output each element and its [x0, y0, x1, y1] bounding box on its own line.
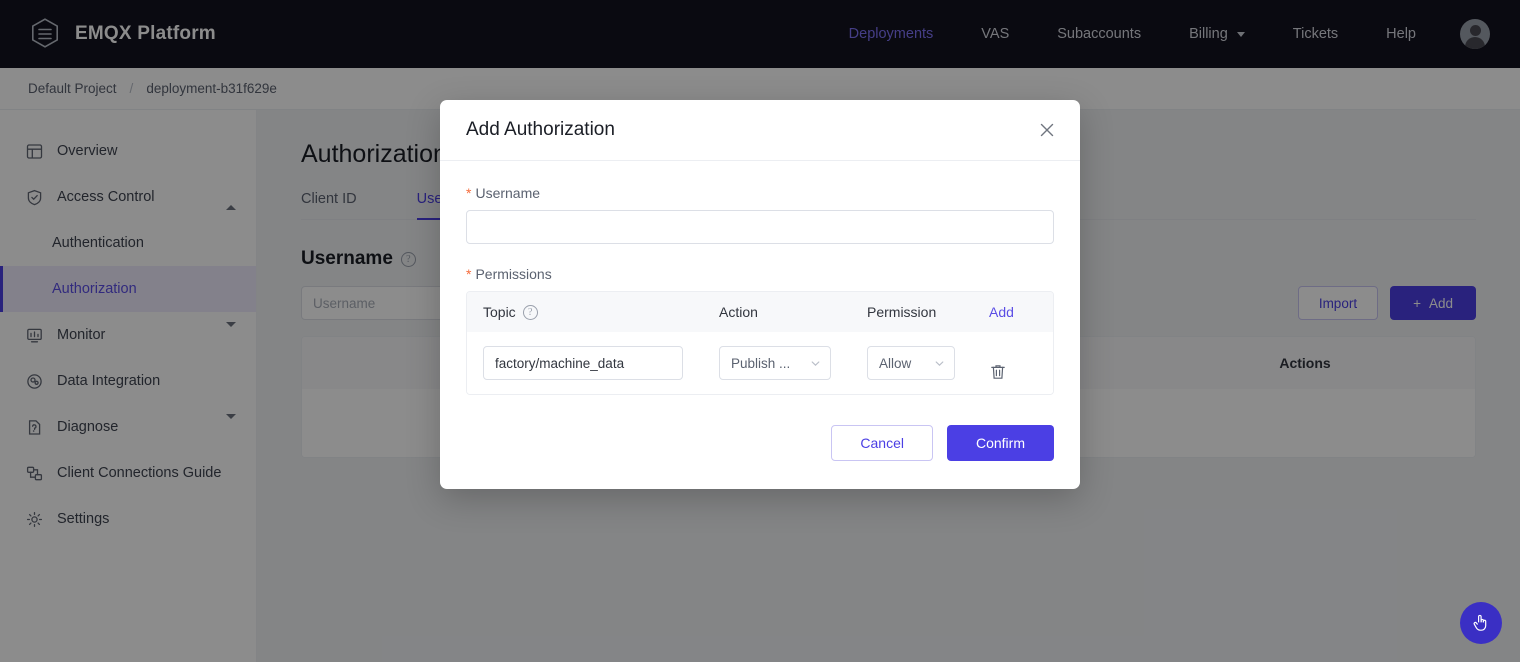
permissions-row-topic-cell: factory/machine_data: [483, 346, 719, 380]
cancel-button[interactable]: Cancel: [831, 425, 933, 461]
permissions-column-topic-label: Topic: [483, 304, 516, 320]
permissions-row-permission-cell: Allow: [867, 346, 989, 380]
action-select-value: Publish ...: [731, 355, 791, 371]
permissions-field-label: * Permissions: [466, 266, 1054, 282]
dialog-footer: Cancel Confirm: [440, 399, 1080, 489]
permissions-header-row: Topic ? Action Permission Add: [467, 292, 1053, 332]
username-field-label: * Username: [466, 185, 1054, 201]
required-mark: *: [466, 266, 472, 282]
permissions-row-action-cell: Publish ...: [719, 346, 867, 380]
touch-pointer-fab[interactable]: [1460, 602, 1502, 644]
permissions-column-permission: Permission: [867, 304, 937, 320]
permissions-label-text: Permissions: [475, 266, 552, 282]
add-authorization-dialog: Add Authorization * Username * Permissio…: [440, 100, 1080, 489]
permissions-row-delete-cell: [989, 345, 1037, 381]
close-icon[interactable]: [1036, 119, 1058, 141]
dialog-body: * Username * Permissions Topic ? Action …: [440, 161, 1080, 399]
permissions-row: factory/machine_data Publish ... Allow: [467, 332, 1053, 394]
chevron-down-icon: [934, 358, 945, 369]
action-select[interactable]: Publish ...: [719, 346, 831, 380]
question-mark-icon[interactable]: ?: [522, 304, 538, 320]
dialog-title: Add Authorization: [466, 119, 615, 140]
permissions-column-action: Action: [719, 304, 758, 320]
username-label-text: Username: [475, 185, 541, 201]
trash-icon[interactable]: [989, 363, 1037, 381]
username-input[interactable]: [466, 210, 1054, 244]
chevron-down-icon: [810, 358, 821, 369]
permissions-table: Topic ? Action Permission Add factory/ma…: [466, 291, 1054, 395]
touch-pointer-icon: [1470, 612, 1492, 634]
add-permission-row-link[interactable]: Add: [989, 304, 1037, 320]
permissions-column-topic: Topic ?: [483, 304, 719, 320]
confirm-button[interactable]: Confirm: [946, 425, 1054, 461]
required-mark: *: [466, 185, 472, 201]
permission-select[interactable]: Allow: [867, 346, 955, 380]
app-root: EMQX Platform Deployments VAS Subaccount…: [0, 0, 1520, 662]
permission-select-value: Allow: [879, 355, 912, 371]
dialog-header: Add Authorization: [440, 100, 1080, 161]
topic-input[interactable]: factory/machine_data: [483, 346, 683, 380]
